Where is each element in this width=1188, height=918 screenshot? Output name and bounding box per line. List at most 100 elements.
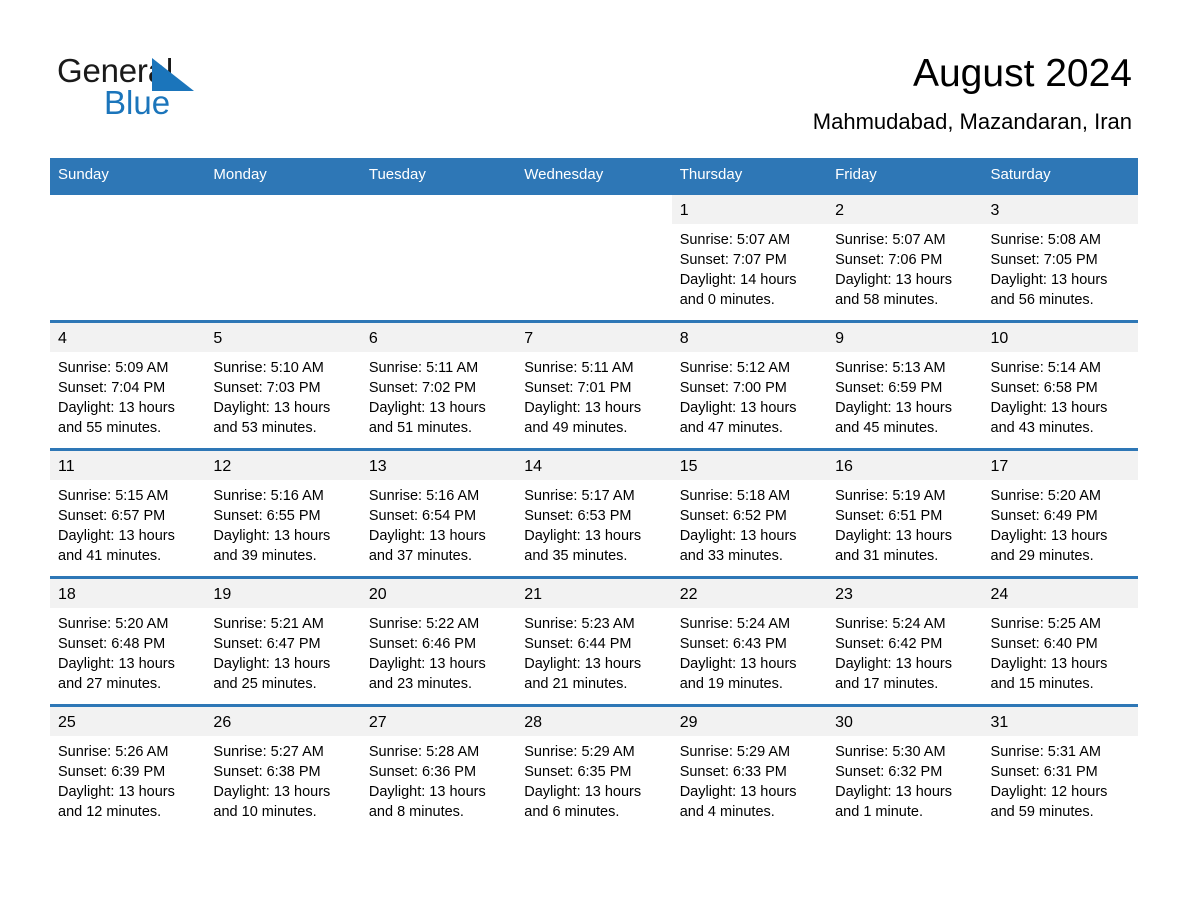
day-cell[interactable]: 2 Sunrise: 5:07 AM Sunset: 7:06 PM Dayli… [827,192,983,322]
sunset-text: Sunset: 6:40 PM [990,636,1098,652]
sunrise-text: Sunrise: 5:29 AM [524,744,635,760]
sunset-text: Sunset: 6:39 PM [58,764,166,780]
sunrise-text: Sunrise: 5:09 AM [58,360,169,376]
day-cell[interactable]: 16 Sunrise: 5:19 AM Sunset: 6:51 PM Dayl… [827,448,983,578]
daylight-text: Daylight: 13 hours and 15 minutes. [990,656,1108,692]
sunset-text: Sunset: 6:31 PM [990,764,1098,780]
day-cell[interactable]: 11 Sunrise: 5:15 AM Sunset: 6:57 PM Dayl… [50,448,206,578]
day-cell[interactable]: 31 Sunrise: 5:31 AM Sunset: 6:31 PM Dayl… [982,704,1138,832]
day-cell[interactable]: 21 Sunrise: 5:23 AM Sunset: 6:44 PM Dayl… [516,576,672,706]
day-cell[interactable]: 26 Sunrise: 5:27 AM Sunset: 6:38 PM Dayl… [205,704,361,832]
day-cell[interactable]: 18 Sunrise: 5:20 AM Sunset: 6:48 PM Dayl… [50,576,206,706]
sunrise-text: Sunrise: 5:11 AM [368,360,479,376]
daylight-text: Daylight: 13 hours and 33 minutes. [679,528,797,564]
weekday-header-tuesday: Tuesday [360,158,517,194]
day-number: 8 [671,323,828,352]
day-cell[interactable]: 3 Sunrise: 5:08 AM Sunset: 7:05 PM Dayli… [982,192,1138,322]
daylight-text: Daylight: 13 hours and 25 minutes. [213,656,331,692]
sunset-text: Sunset: 6:55 PM [213,508,321,524]
day-number: 10 [982,323,1138,352]
day-cell[interactable]: 15 Sunrise: 5:18 AM Sunset: 6:52 PM Dayl… [671,448,828,578]
day-cell[interactable]: 20 Sunrise: 5:22 AM Sunset: 6:46 PM Dayl… [360,576,517,706]
weekday-header-friday: Friday [827,158,983,194]
sunset-text: Sunset: 7:02 PM [368,380,477,396]
day-number: 5 [205,323,361,352]
daylight-text: Daylight: 12 hours and 59 minutes. [990,784,1108,820]
day-cell[interactable]: 9 Sunrise: 5:13 AM Sunset: 6:59 PM Dayli… [827,320,983,450]
day-cell[interactable]: 24 Sunrise: 5:25 AM Sunset: 6:40 PM Dayl… [982,576,1138,706]
day-details: Sunrise: 5:21 AM Sunset: 6:47 PM Dayligh… [205,608,360,702]
day-cell[interactable]: 5 Sunrise: 5:10 AM Sunset: 7:03 PM Dayli… [205,320,361,450]
daylight-text: Daylight: 13 hours and 53 minutes. [213,400,331,436]
day-details: Sunrise: 5:12 AM Sunset: 7:00 PM Dayligh… [672,352,827,446]
day-details: Sunrise: 5:28 AM Sunset: 6:36 PM Dayligh… [361,736,516,830]
sunset-text: Sunset: 7:03 PM [213,380,321,396]
day-cell[interactable]: 13 Sunrise: 5:16 AM Sunset: 6:54 PM Dayl… [360,448,517,578]
daylight-text: Daylight: 13 hours and 19 minutes. [679,656,797,692]
day-details: Sunrise: 5:18 AM Sunset: 6:52 PM Dayligh… [672,480,827,574]
day-details: Sunrise: 5:24 AM Sunset: 6:42 PM Dayligh… [827,608,982,702]
day-cell[interactable]: 19 Sunrise: 5:21 AM Sunset: 6:47 PM Dayl… [205,576,361,706]
sunset-text: Sunset: 6:57 PM [58,508,166,524]
sunrise-text: Sunrise: 5:15 AM [58,488,169,504]
day-cell[interactable]: 17 Sunrise: 5:20 AM Sunset: 6:49 PM Dayl… [982,448,1138,578]
day-number: 11 [50,451,206,480]
day-cell[interactable]: 4 Sunrise: 5:09 AM Sunset: 7:04 PM Dayli… [50,320,206,450]
day-cell[interactable]: 14 Sunrise: 5:17 AM Sunset: 6:53 PM Dayl… [516,448,672,578]
daylight-text: Daylight: 13 hours and 29 minutes. [990,528,1108,564]
day-cell[interactable]: 23 Sunrise: 5:24 AM Sunset: 6:42 PM Dayl… [827,576,983,706]
sunset-text: Sunset: 6:36 PM [368,764,477,780]
title-block: August 2024 Mahmudabad, Mazandaran, Iran [813,50,1132,137]
day-details: Sunrise: 5:07 AM Sunset: 7:07 PM Dayligh… [672,224,827,318]
day-cell[interactable]: 10 Sunrise: 5:14 AM Sunset: 6:58 PM Dayl… [982,320,1138,450]
location-subtitle: Mahmudabad, Mazandaran, Iran [812,109,1132,134]
daylight-text: Daylight: 13 hours and 35 minutes. [524,528,642,564]
day-cell[interactable]: 7 Sunrise: 5:11 AM Sunset: 7:01 PM Dayli… [516,320,672,450]
sunset-text: Sunset: 7:07 PM [679,252,787,268]
sunrise-text: Sunrise: 5:17 AM [524,488,635,504]
sunset-text: Sunset: 7:06 PM [835,252,943,268]
day-cell[interactable]: 1 Sunrise: 5:07 AM Sunset: 7:07 PM Dayli… [671,192,828,322]
page-header: General Blue August 2024 Mahmudabad, Maz… [0,0,1188,158]
day-details: Sunrise: 5:31 AM Sunset: 6:31 PM Dayligh… [983,736,1138,830]
day-cell[interactable]: 25 Sunrise: 5:26 AM Sunset: 6:39 PM Dayl… [50,704,206,832]
daylight-text: Daylight: 13 hours and 21 minutes. [524,656,642,692]
day-cell[interactable]: 27 Sunrise: 5:28 AM Sunset: 6:36 PM Dayl… [360,704,517,832]
sunset-text: Sunset: 6:32 PM [835,764,943,780]
day-details: Sunrise: 5:23 AM Sunset: 6:44 PM Dayligh… [516,608,671,702]
calendar-table: Sunday Monday Tuesday Wednesday Thursday… [50,158,1138,832]
day-cell[interactable]: 29 Sunrise: 5:29 AM Sunset: 6:33 PM Dayl… [671,704,828,832]
day-number: 3 [982,195,1138,224]
day-cell[interactable]: 28 Sunrise: 5:29 AM Sunset: 6:35 PM Dayl… [516,704,672,832]
sunrise-text: Sunrise: 5:10 AM [213,360,324,376]
sunset-text: Sunset: 6:42 PM [835,636,943,652]
day-cell[interactable]: 30 Sunrise: 5:30 AM Sunset: 6:32 PM Dayl… [827,704,983,832]
sunset-text: Sunset: 6:52 PM [679,508,787,524]
day-cell [516,192,672,322]
daylight-text: Daylight: 13 hours and 27 minutes. [58,656,175,692]
daylight-text: Daylight: 13 hours and 4 minutes. [679,784,797,820]
day-number: 24 [982,579,1138,608]
daylight-text: Daylight: 13 hours and 41 minutes. [58,528,175,564]
day-number: 19 [205,579,361,608]
sunrise-text: Sunrise: 5:07 AM [679,232,791,248]
day-details: Sunrise: 5:11 AM Sunset: 7:01 PM Dayligh… [516,352,671,446]
daylight-text: Daylight: 13 hours and 12 minutes. [58,784,175,820]
day-details: Sunrise: 5:22 AM Sunset: 6:46 PM Dayligh… [361,608,516,702]
sunset-text: Sunset: 6:53 PM [524,508,632,524]
sunset-text: Sunset: 6:46 PM [368,636,477,652]
day-number: 22 [671,579,828,608]
general-blue-logo[interactable]: General Blue [57,52,257,122]
day-cell[interactable]: 22 Sunrise: 5:24 AM Sunset: 6:43 PM Dayl… [671,576,828,706]
day-number: 1 [671,195,828,224]
sunrise-text: Sunrise: 5:13 AM [835,360,946,376]
sunset-text: Sunset: 7:04 PM [58,380,166,396]
day-cell[interactable]: 6 Sunrise: 5:11 AM Sunset: 7:02 PM Dayli… [360,320,517,450]
sunrise-text: Sunrise: 5:16 AM [368,488,480,504]
daylight-text: Daylight: 13 hours and 39 minutes. [213,528,331,564]
day-cell[interactable]: 8 Sunrise: 5:12 AM Sunset: 7:00 PM Dayli… [671,320,828,450]
day-cell[interactable]: 12 Sunrise: 5:16 AM Sunset: 6:55 PM Dayl… [205,448,361,578]
calendar-week-row: 1 Sunrise: 5:07 AM Sunset: 7:07 PM Dayli… [50,192,1138,322]
sunrise-text: Sunrise: 5:11 AM [524,360,634,376]
daylight-text: Daylight: 13 hours and 56 minutes. [990,272,1108,308]
